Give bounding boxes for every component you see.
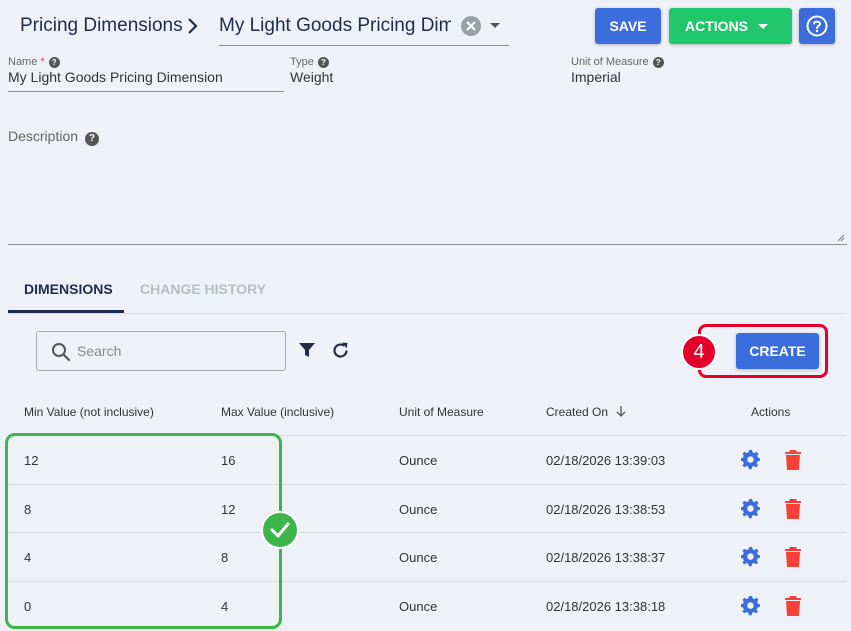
help-button[interactable]	[799, 8, 835, 44]
type-label: Type?	[290, 56, 329, 68]
column-header-unit-of-measure[interactable]: Unit of Measure	[399, 405, 484, 419]
caret-down-icon	[758, 24, 768, 29]
gear-icon[interactable]	[741, 450, 761, 470]
actions-button-label: ACTIONS	[685, 18, 748, 34]
trash-icon[interactable]	[785, 596, 801, 616]
cell-unit-of-measure: Ounce	[399, 453, 438, 468]
search-icon	[52, 343, 71, 362]
resize-handle-icon[interactable]	[837, 234, 845, 242]
refresh-icon[interactable]	[331, 341, 350, 360]
type-label-text: Type	[290, 56, 314, 68]
description-label-text: Description	[8, 128, 79, 144]
trash-icon[interactable]	[785, 499, 801, 519]
gear-icon[interactable]	[741, 596, 761, 616]
column-header-min-value[interactable]: Min Value (not inclusive)	[24, 405, 154, 419]
rows-highlight	[5, 433, 282, 629]
required-marker: *	[40, 56, 45, 68]
save-button[interactable]: SAVE	[595, 8, 661, 44]
arrow-down-icon	[616, 406, 626, 417]
name-label: Name *?	[8, 56, 60, 68]
cell-created-on: 02/18/2026 13:39:03	[546, 453, 666, 468]
gear-icon[interactable]	[741, 547, 761, 567]
help-icon[interactable]: ?	[85, 132, 100, 146]
uom-value: Imperial	[571, 69, 621, 85]
chevron-right-icon	[188, 18, 198, 34]
actions-button[interactable]: ACTIONS	[669, 8, 792, 44]
search-box[interactable]	[36, 331, 286, 371]
name-label-text: Name	[8, 56, 38, 68]
name-field-underline	[8, 91, 284, 92]
search-input[interactable]	[77, 341, 277, 361]
uom-label: Unit of Measure?	[571, 56, 664, 68]
breadcrumb-pricing-dimensions[interactable]: Pricing Dimensions	[20, 15, 183, 37]
tabs-divider	[8, 313, 847, 314]
clear-icon[interactable]	[461, 16, 481, 36]
trash-icon[interactable]	[785, 547, 801, 567]
gear-icon[interactable]	[741, 499, 761, 519]
check-badge	[261, 511, 299, 549]
create-button[interactable]: CREATE	[736, 333, 819, 369]
dimension-selector-value: My Light Goods Pricing Dimension	[219, 15, 451, 36]
column-header-max-value[interactable]: Max Value (inclusive)	[221, 405, 334, 419]
column-header-created-on[interactable]: Created On	[546, 405, 626, 419]
tab-change-history[interactable]: CHANGE HISTORY	[140, 281, 266, 297]
description-textarea[interactable]	[8, 120, 847, 245]
dimension-selector[interactable]: My Light Goods Pricing Dimension	[219, 8, 509, 46]
step-badge: 4	[681, 334, 717, 370]
help-icon[interactable]: ?	[317, 57, 329, 68]
cell-created-on: 02/18/2026 13:38:53	[546, 502, 666, 517]
cell-unit-of-measure: Ounce	[399, 599, 438, 614]
help-circle-icon	[806, 15, 828, 37]
checkmark-icon	[270, 522, 290, 538]
tab-dimensions[interactable]: DIMENSIONS	[24, 281, 113, 297]
column-header-actions: Actions	[751, 405, 791, 419]
cell-created-on: 02/18/2026 13:38:37	[546, 550, 666, 565]
cell-created-on: 02/18/2026 13:38:18	[546, 599, 666, 614]
column-header-created-on-label: Created On	[546, 405, 609, 419]
uom-label-text: Unit of Measure	[571, 56, 649, 68]
cell-unit-of-measure: Ounce	[399, 550, 438, 565]
type-value: Weight	[290, 69, 334, 85]
trash-icon[interactable]	[785, 450, 801, 470]
help-icon[interactable]: ?	[652, 57, 664, 68]
filter-icon[interactable]	[298, 341, 316, 359]
cell-unit-of-measure: Ounce	[399, 502, 438, 517]
description-label: Description?	[8, 128, 100, 146]
help-icon[interactable]: ?	[48, 57, 60, 68]
caret-down-icon[interactable]	[490, 23, 500, 28]
name-field[interactable]: My Light Goods Pricing Dimension	[8, 69, 223, 85]
